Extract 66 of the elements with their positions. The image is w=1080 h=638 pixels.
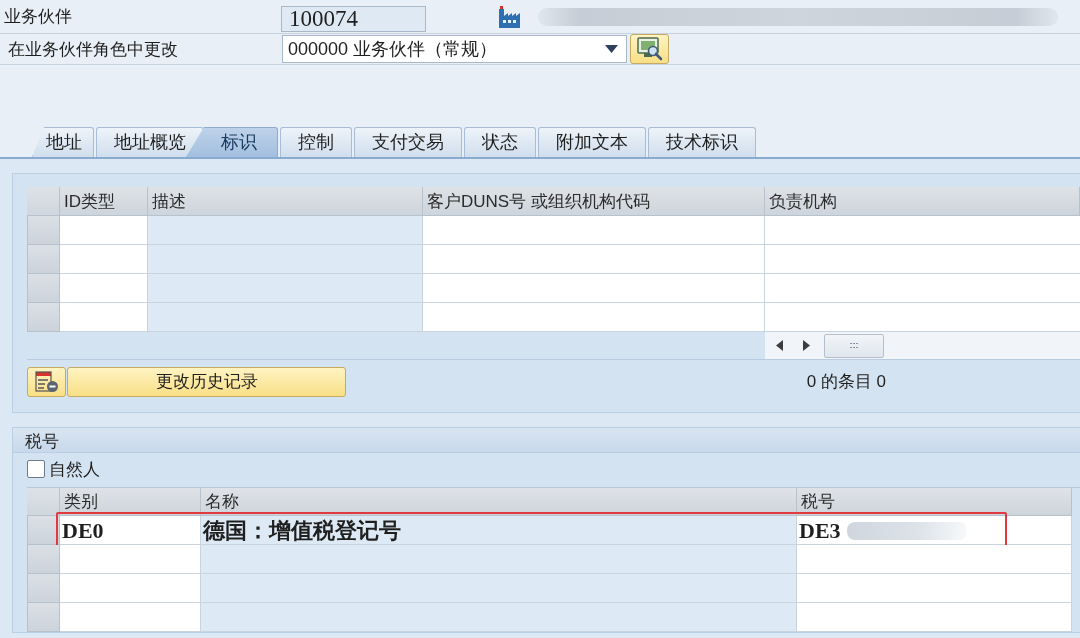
input-cell[interactable]	[765, 245, 1080, 274]
input-cell[interactable]	[60, 274, 148, 303]
partner-number-field[interactable]: 100074	[281, 5, 426, 32]
input-cell[interactable]	[60, 545, 201, 574]
monitor-search-icon	[636, 37, 663, 61]
row-selector[interactable]	[27, 245, 60, 274]
column-header: 客户DUNS号 或组织机构代码	[423, 187, 765, 216]
row-selector[interactable]	[27, 545, 60, 574]
input-cell[interactable]: DE0	[60, 516, 201, 545]
display-button[interactable]	[630, 34, 669, 64]
tab[interactable]: 地址概览	[96, 127, 204, 157]
input-cell[interactable]	[60, 574, 201, 603]
tab[interactable]: 附加文本	[538, 127, 646, 157]
scrollbar-thumb[interactable]	[824, 333, 884, 358]
input-cell[interactable]	[423, 274, 765, 303]
natural-person-checkbox[interactable]	[27, 460, 45, 478]
tab[interactable]: 状态	[464, 127, 536, 157]
input-cell[interactable]	[60, 603, 201, 632]
input-cell[interactable]	[423, 245, 765, 274]
horizontal-scrollbar[interactable]	[765, 332, 1080, 359]
column-header: 名称	[201, 488, 797, 516]
table-cell: 德国：增值税登记号	[201, 516, 797, 545]
list-minus-icon	[34, 370, 59, 393]
row-selector[interactable]	[27, 216, 60, 245]
tab[interactable]: 技术标识	[648, 127, 756, 157]
column-header: 负责机构	[765, 187, 1080, 216]
input-cell[interactable]	[765, 303, 1080, 332]
column-header: ID类型	[60, 187, 148, 216]
left-triangle-icon	[775, 340, 783, 351]
select-all-cell[interactable]	[27, 187, 60, 216]
column-header: 类别	[60, 488, 201, 516]
row-selector[interactable]	[27, 303, 60, 332]
group-title: 税号	[13, 428, 1080, 453]
row-selector[interactable]	[27, 274, 60, 303]
field-label: 业务伙伴	[3, 6, 73, 28]
column-header: 描述	[148, 187, 423, 216]
input-cell[interactable]	[60, 216, 148, 245]
field-label: 在业务伙伴角色中更改	[7, 38, 179, 61]
change-history-button[interactable]: 更改历史记录	[67, 366, 346, 397]
caret-icon	[605, 45, 618, 53]
list-button[interactable]	[27, 366, 66, 397]
tab[interactable]: 支付交易	[354, 127, 462, 157]
role-dropdown[interactable]: 000000 业务伙伴（常规）	[282, 35, 627, 63]
tab[interactable]: 标识	[186, 127, 278, 157]
row-selector[interactable]	[27, 516, 60, 545]
tab[interactable]: 地址	[32, 127, 94, 157]
input-cell[interactable]	[423, 303, 765, 332]
tab[interactable]: 控制	[280, 127, 352, 157]
entry-count: 0 的条目 0	[806, 371, 886, 393]
input-cell[interactable]	[797, 545, 1072, 574]
input-cell[interactable]	[60, 245, 148, 274]
row-selector[interactable]	[27, 574, 60, 603]
factory-icon	[497, 5, 522, 28]
column-header: 税号	[797, 488, 1072, 516]
checkbox-label: 自然人	[49, 458, 100, 481]
input-cell[interactable]	[423, 216, 765, 245]
input-cell[interactable]	[765, 274, 1080, 303]
input-cell[interactable]	[60, 303, 148, 332]
grip-icon	[850, 343, 858, 348]
row-selector[interactable]	[27, 603, 60, 632]
input-cell[interactable]	[797, 603, 1072, 632]
select-all-cell[interactable]	[27, 488, 60, 516]
input-cell[interactable]	[765, 216, 1080, 245]
right-triangle-icon	[802, 340, 810, 351]
input-cell[interactable]: DE3	[797, 516, 1072, 545]
input-cell[interactable]	[797, 574, 1072, 603]
